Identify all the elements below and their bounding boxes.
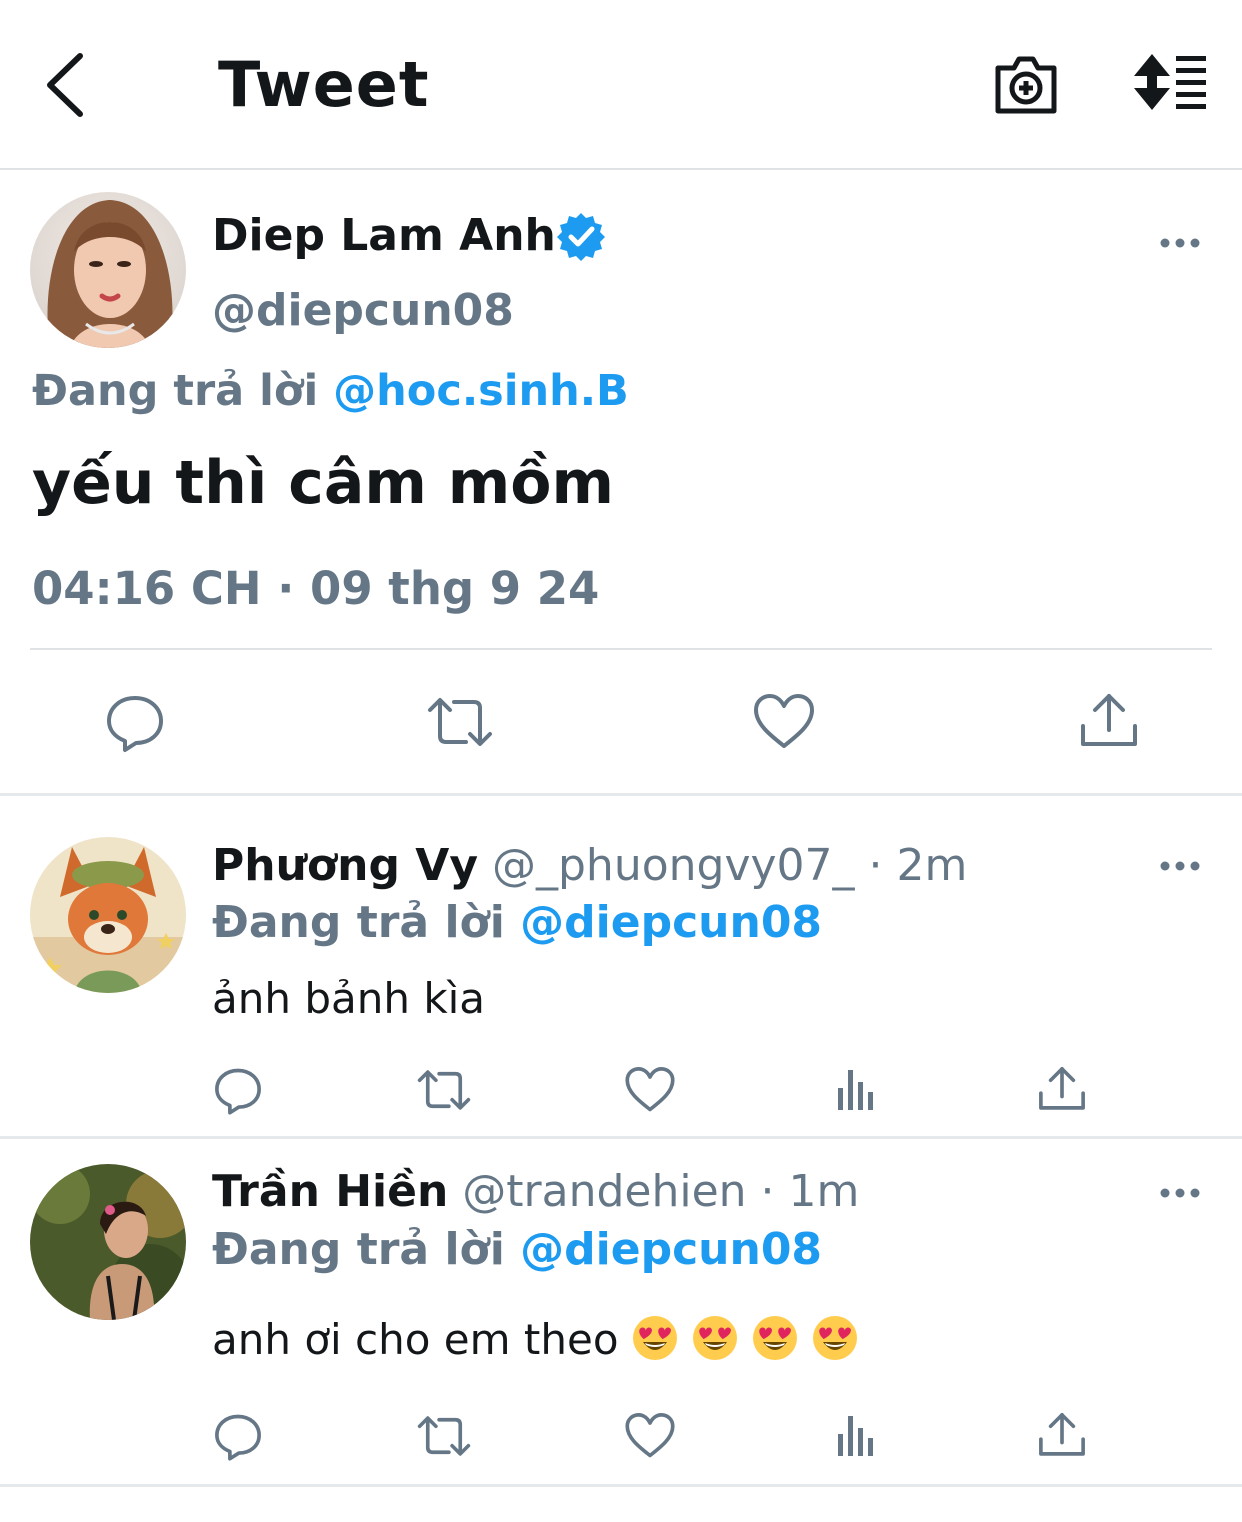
reply-button[interactable] <box>212 1064 264 1116</box>
like-button[interactable] <box>624 1064 676 1116</box>
heart-eyes-emoji <box>692 1316 737 1360</box>
analytics-icon <box>838 1070 873 1110</box>
reply-button[interactable] <box>212 1410 264 1462</box>
more-options-button[interactable] <box>1160 1186 1200 1200</box>
section-divider <box>0 1484 1242 1487</box>
like-button[interactable] <box>752 690 816 754</box>
reply-text-line: anh ơi cho em theo <box>212 1314 859 1364</box>
share-button[interactable] <box>1036 1410 1088 1462</box>
verified-badge-icon <box>556 211 606 261</box>
reply-meta: @_phuongvy07_ · 2m <box>492 840 968 891</box>
reply-icon <box>215 1414 261 1461</box>
chevron-left-icon <box>47 53 83 117</box>
heart-eyes-emoji <box>812 1316 857 1360</box>
retweet-icon <box>417 1070 471 1110</box>
heart-icon <box>625 1413 675 1458</box>
share-icon <box>1039 1413 1085 1456</box>
reply-header: Phương Vy @_phuongvy07_ · 2m <box>212 840 967 891</box>
analytics-button[interactable] <box>830 1410 882 1462</box>
retweet-button[interactable] <box>416 1410 471 1462</box>
avatar[interactable] <box>30 1164 186 1320</box>
reply-author-name[interactable]: Trần Hiền <box>212 1166 448 1217</box>
reply-meta: @trandehien · 1m <box>462 1166 860 1217</box>
section-divider <box>0 1136 1242 1139</box>
heart-icon <box>754 694 814 748</box>
replying-to-label: Đang trả lời <box>212 897 505 948</box>
replying-to-line: Đang trả lời @diepcun08 <box>212 897 822 948</box>
avatar[interactable] <box>30 837 186 993</box>
replying-to-mention[interactable]: @hoc.sinh.B <box>333 366 629 416</box>
reply-button[interactable] <box>103 690 167 754</box>
reply-header: Trần Hiền @trandehien · 1m <box>212 1166 859 1217</box>
emoji-row <box>619 1315 859 1364</box>
replying-to-line: Đang trả lời @hoc.sinh.B <box>32 366 629 416</box>
sort-icon <box>1134 54 1206 110</box>
divider <box>30 648 1212 650</box>
reply-text: anh ơi cho em theo <box>212 1315 619 1364</box>
more-options-button[interactable] <box>1160 236 1200 250</box>
author-name[interactable]: Diep Lam Anh <box>212 210 556 261</box>
analytics-button[interactable] <box>830 1064 882 1116</box>
more-options-button[interactable] <box>1160 859 1200 873</box>
share-icon <box>1081 694 1137 746</box>
more-horizontal-icon <box>1160 1188 1200 1198</box>
analytics-icon <box>838 1416 873 1456</box>
tweet-text: yếu thì câm mồm <box>32 448 614 518</box>
reply-text: ảnh bảnh kìa <box>212 974 486 1023</box>
camera-plus-icon <box>995 56 1057 114</box>
reply-icon <box>107 696 163 752</box>
replying-to-label: Đang trả lời <box>32 366 319 416</box>
retweet-icon <box>428 698 492 746</box>
avatar[interactable] <box>30 192 186 348</box>
heart-eyes-emoji <box>752 1316 797 1360</box>
replying-to-line: Đang trả lời @diepcun08 <box>212 1224 822 1275</box>
back-button[interactable] <box>38 50 98 120</box>
share-button[interactable] <box>1036 1064 1088 1116</box>
top-bar: Tweet <box>0 0 1242 170</box>
retweet-button[interactable] <box>426 690 492 754</box>
replying-to-label: Đang trả lời <box>212 1224 505 1275</box>
more-horizontal-icon <box>1160 861 1200 871</box>
share-button[interactable] <box>1077 690 1141 754</box>
sort-button[interactable] <box>1130 54 1210 114</box>
camera-button[interactable] <box>992 54 1060 116</box>
section-divider <box>0 793 1242 796</box>
retweet-icon <box>417 1416 471 1456</box>
reply-icon <box>215 1068 261 1115</box>
replying-to-mention[interactable]: @diepcun08 <box>520 897 822 948</box>
like-button[interactable] <box>624 1410 676 1462</box>
heart-eyes-emoji <box>632 1316 677 1360</box>
tweet-timestamp: 04:16 CH · 09 thg 9 24 <box>32 562 600 615</box>
share-icon <box>1039 1067 1085 1110</box>
author-handle[interactable]: @diepcun08 <box>212 285 514 336</box>
heart-icon <box>625 1067 675 1112</box>
retweet-button[interactable] <box>416 1064 471 1116</box>
reply-author-name[interactable]: Phương Vy <box>212 840 478 891</box>
page-title: Tweet <box>218 48 430 121</box>
replying-to-mention[interactable]: @diepcun08 <box>520 1224 822 1275</box>
more-horizontal-icon <box>1160 238 1200 248</box>
